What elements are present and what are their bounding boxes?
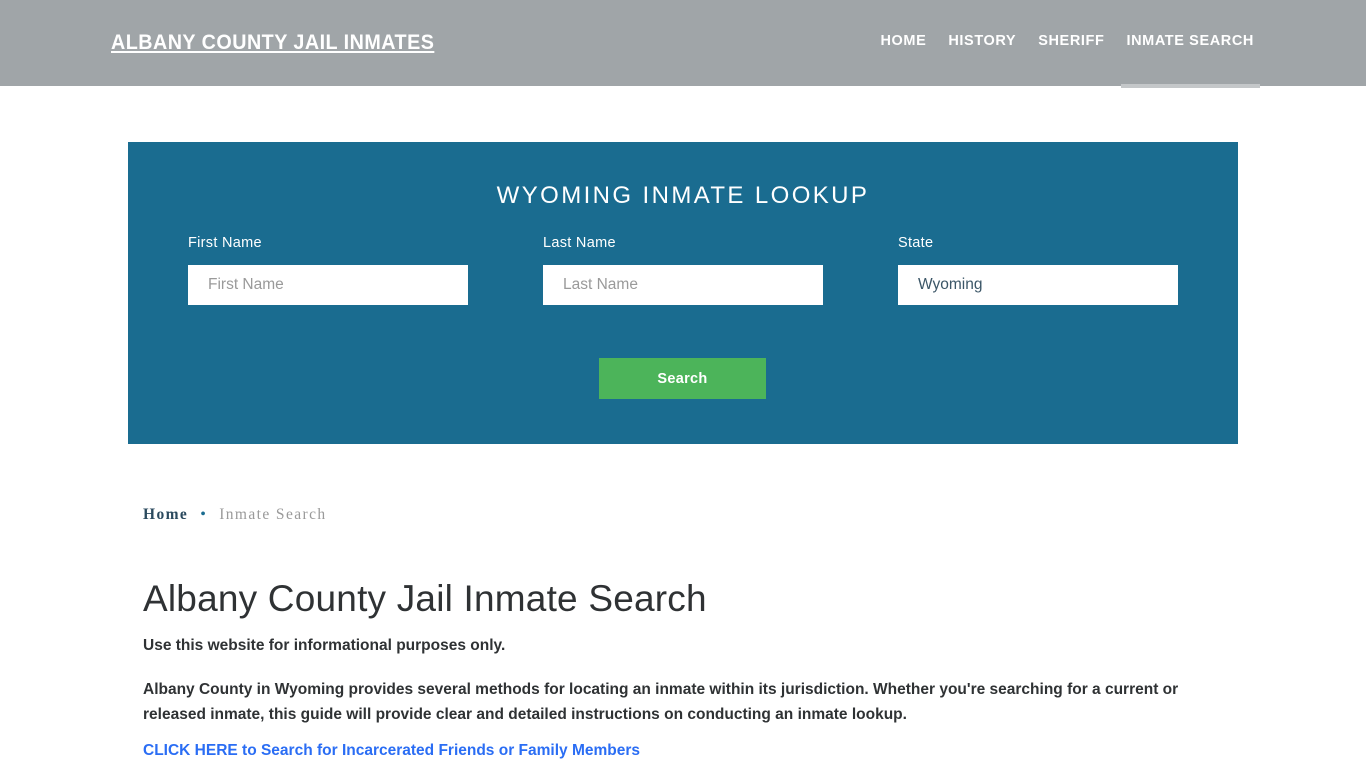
cta-search-link[interactable]: CLICK HERE to Search for Incarcerated Fr…	[143, 742, 640, 760]
nav-item-sheriff[interactable]: SHERIFF	[1038, 33, 1104, 51]
breadcrumb-home[interactable]: Home	[143, 506, 188, 524]
breadcrumb: Home • Inmate Search	[143, 506, 327, 524]
page-lede: Use this website for informational purpo…	[143, 637, 506, 654]
nav-item-home[interactable]: HOME	[880, 33, 926, 51]
page-paragraph: Albany County in Wyoming provides severa…	[143, 681, 1179, 723]
site-logo[interactable]: ALBANY COUNTY JAIL INMATES	[111, 31, 434, 55]
state-input[interactable]	[898, 265, 1178, 305]
breadcrumb-separator-icon: •	[200, 506, 208, 523]
main-navigation: HOME HISTORY SHERIFF INMATE SEARCH	[880, 33, 1260, 88]
nav-item-inmate-search[interactable]: INMATE SEARCH	[1121, 33, 1260, 88]
last-name-label: Last Name	[543, 235, 616, 251]
page-title: Albany County Jail Inmate Search	[143, 578, 707, 619]
state-field-group: State	[898, 235, 1178, 305]
first-name-field-group: First Name	[188, 235, 468, 305]
first-name-label: First Name	[188, 235, 262, 251]
breadcrumb-current: Inmate Search	[219, 506, 327, 523]
nav-item-history[interactable]: HISTORY	[948, 33, 1016, 51]
last-name-input[interactable]	[543, 265, 823, 305]
inmate-lookup-panel: WYOMING INMATE LOOKUP First Name Last Na…	[128, 142, 1238, 444]
last-name-field-group: Last Name	[543, 235, 823, 305]
search-button[interactable]: Search	[599, 358, 766, 399]
first-name-input[interactable]	[188, 265, 468, 305]
state-label: State	[898, 235, 934, 251]
lookup-panel-title: WYOMING INMATE LOOKUP	[496, 182, 870, 209]
site-header: ALBANY COUNTY JAIL INMATES HOME HISTORY …	[0, 0, 1366, 88]
